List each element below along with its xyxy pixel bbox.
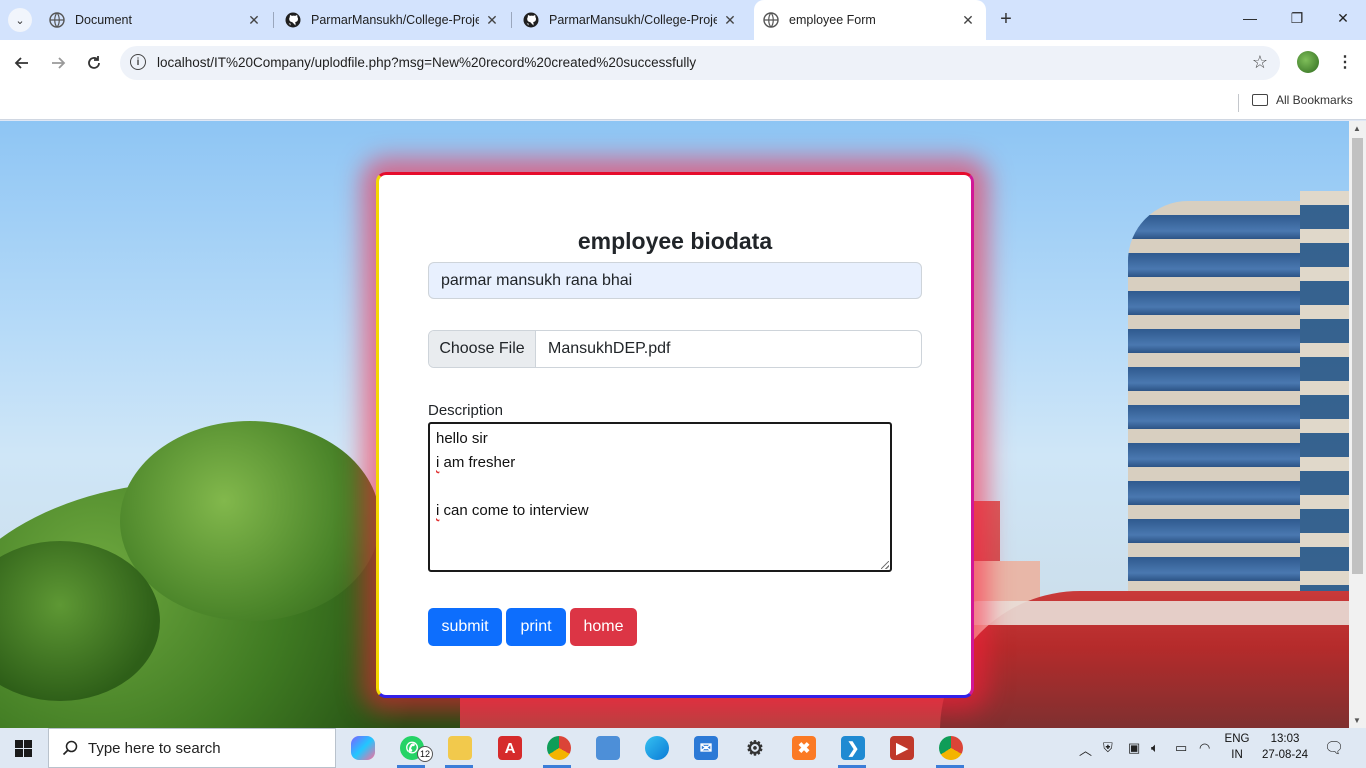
scrollbar-thumb[interactable] xyxy=(1352,138,1363,574)
file-input[interactable]: Choose File MansukhDEP.pdf xyxy=(428,330,922,368)
search-icon xyxy=(62,740,78,756)
acrobat-icon[interactable]: A xyxy=(498,736,522,760)
textarea-line xyxy=(436,475,884,499)
tab-strip: ⌄ Document ✕ ParmarMansukh/College-Proje… xyxy=(0,0,1366,40)
notifications-icon[interactable]: 🗨︎ xyxy=(1324,738,1344,758)
name-input[interactable]: parmar mansukh rana bhai xyxy=(428,262,922,299)
file-explorer-icon[interactable] xyxy=(448,736,472,760)
folder-icon xyxy=(1252,94,1268,106)
edge-icon[interactable] xyxy=(645,736,669,760)
tab-employee-form[interactable]: employee Form ✕ xyxy=(754,0,986,40)
battery-icon[interactable]: ▭ xyxy=(1175,740,1187,756)
employee-form-card: employee biodata parmar mansukh rana bha… xyxy=(376,172,974,698)
close-icon[interactable]: ✕ xyxy=(246,12,262,28)
selected-file-name: MansukhDEP.pdf xyxy=(548,340,671,357)
close-icon[interactable]: ✕ xyxy=(722,12,738,28)
browser-menu-icon[interactable]: ⋮ xyxy=(1337,52,1353,72)
description-textarea[interactable]: hello sir i am fresher i can come to int… xyxy=(428,422,892,572)
media-player-icon[interactable]: ▶ xyxy=(890,736,914,760)
clock-time[interactable]: 13:03 xyxy=(1260,733,1310,745)
textarea-line: i am fresher xyxy=(436,454,516,471)
windows-start-icon[interactable] xyxy=(15,740,32,757)
bookmark-star-icon[interactable]: ☆ xyxy=(1252,52,1268,73)
tab-github-1[interactable]: ParmarMansukh/College-Proje ✕ xyxy=(276,0,510,40)
show-hidden-icons-icon[interactable]: ︿ xyxy=(1079,740,1092,759)
close-icon[interactable]: ✕ xyxy=(960,12,976,28)
forward-button[interactable] xyxy=(47,52,69,74)
url-text[interactable]: localhost/IT%20Company/uplodfile.php?msg… xyxy=(157,55,696,70)
page-scrollbar[interactable]: ▲ ▼ xyxy=(1349,121,1366,728)
vscode-icon[interactable]: ❯ xyxy=(841,736,865,760)
volume-icon[interactable]: 🔈︎ xyxy=(1151,740,1159,756)
tab-search-button[interactable]: ⌄ xyxy=(8,8,32,32)
tab-title: ParmarMansukh/College-Proje xyxy=(311,13,479,27)
settings-gear-icon[interactable]: ⚙ xyxy=(743,736,767,760)
github-icon xyxy=(285,12,301,28)
description-label: Description xyxy=(428,402,504,419)
whatsapp-badge: 12 xyxy=(417,746,433,762)
wifi-icon[interactable]: ◠ xyxy=(1199,740,1210,756)
copilot-icon[interactable] xyxy=(351,736,375,760)
print-button[interactable]: print xyxy=(506,608,566,646)
new-tab-button[interactable]: + xyxy=(996,9,1016,30)
all-bookmarks-label: All Bookmarks xyxy=(1276,93,1353,107)
github-icon xyxy=(523,12,539,28)
tab-divider xyxy=(273,12,274,28)
taskbar-search-box[interactable]: Type here to search xyxy=(48,728,336,768)
back-button[interactable] xyxy=(11,52,33,74)
choose-file-button[interactable]: Choose File xyxy=(429,331,536,367)
submit-button[interactable]: submit xyxy=(428,608,502,646)
chevron-down-icon: ⌄ xyxy=(15,14,25,27)
chrome-active-icon[interactable] xyxy=(939,736,963,760)
globe-icon xyxy=(49,12,65,28)
resize-handle-icon[interactable] xyxy=(881,561,889,569)
xampp-icon[interactable]: ✖ xyxy=(792,736,816,760)
minimize-button[interactable]: — xyxy=(1240,10,1260,26)
textarea-line: hello sir xyxy=(436,430,488,447)
tab-divider xyxy=(511,12,512,28)
tab-document[interactable]: Document ✕ xyxy=(40,0,272,40)
all-bookmarks-button[interactable]: All Bookmarks xyxy=(1252,93,1353,107)
mail-icon[interactable]: ✉ xyxy=(694,736,718,760)
windows-taskbar: Type here to search ✆ 12 A ✉ ⚙ ✖ ❯ ▶ ︿ ⛨… xyxy=(0,728,1366,768)
arrow-left-icon xyxy=(14,57,28,69)
site-info-icon[interactable]: i xyxy=(130,54,146,70)
restore-button[interactable]: ❐ xyxy=(1287,10,1307,27)
background-roof-edge xyxy=(955,601,1349,625)
scroll-down-arrow-icon[interactable]: ▼ xyxy=(1353,716,1361,725)
arrow-right-icon xyxy=(52,57,66,69)
browser-toolbar: i localhost/IT%20Company/uplodfile.php?m… xyxy=(0,40,1366,86)
reload-button[interactable] xyxy=(83,52,105,74)
control-panel-icon[interactable] xyxy=(596,736,620,760)
device-icon[interactable]: ▣ xyxy=(1128,740,1140,756)
bookmarks-divider xyxy=(1238,94,1239,112)
tab-title: ParmarMansukh/College-Proje xyxy=(549,13,717,27)
textarea-line: i can come to interview xyxy=(436,502,589,519)
profile-avatar[interactable] xyxy=(1297,51,1319,73)
chrome-icon[interactable] xyxy=(547,736,571,760)
search-placeholder: Type here to search xyxy=(88,739,221,757)
background-tree xyxy=(120,421,380,621)
address-bar[interactable]: i localhost/IT%20Company/uplodfile.php?m… xyxy=(120,46,1280,80)
language-indicator[interactable]: ENG xyxy=(1224,733,1250,745)
window-close-button[interactable]: ✕ xyxy=(1333,10,1353,27)
reload-icon xyxy=(88,56,100,69)
tab-title: Document xyxy=(75,13,132,27)
bookmarks-bar: All Bookmarks xyxy=(0,86,1366,120)
tab-github-2[interactable]: ParmarMansukh/College-Proje ✕ xyxy=(514,0,748,40)
home-button[interactable]: home xyxy=(570,608,637,646)
region-indicator[interactable]: IN xyxy=(1224,749,1250,761)
tab-title: employee Form xyxy=(789,13,876,27)
close-icon[interactable]: ✕ xyxy=(484,12,500,28)
clock-date[interactable]: 27-08-24 xyxy=(1258,749,1312,761)
security-shield-icon[interactable]: ⛨ xyxy=(1103,740,1113,756)
page-viewport: employee biodata parmar mansukh rana bha… xyxy=(0,121,1349,728)
globe-icon xyxy=(763,12,779,28)
scroll-up-arrow-icon[interactable]: ▲ xyxy=(1353,124,1361,133)
form-title: employee biodata xyxy=(577,228,773,254)
